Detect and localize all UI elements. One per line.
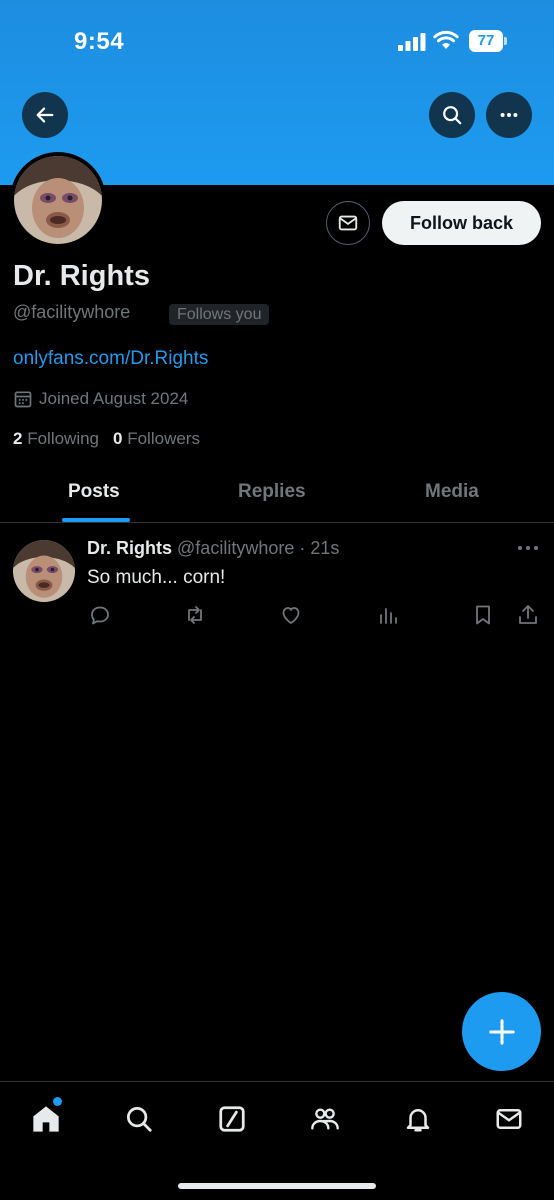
search-icon (443, 106, 462, 125)
communities-icon (311, 1108, 339, 1130)
joined-text: Joined August 2024 (39, 389, 189, 408)
like-heart-icon[interactable] (279, 603, 303, 627)
follows-you-badge: Follows you (169, 304, 270, 325)
tab-posts[interactable]: Posts (68, 481, 120, 503)
followers-count: 0 (113, 429, 123, 448)
home-icon (33, 1106, 59, 1132)
following-label: Following (27, 429, 100, 448)
post-author-name[interactable]: Dr. Rights (87, 538, 172, 558)
post-header: Dr. Rights @facilitywhore · 21s (87, 538, 339, 559)
followers-link[interactable]: 0 Followers (113, 429, 200, 448)
wifi-icon (433, 30, 459, 49)
avatar-face-image (14, 156, 102, 244)
bookmark-icon[interactable] (471, 603, 495, 627)
profile-tabs: Posts Replies Media (0, 470, 554, 523)
nav-home[interactable] (29, 1097, 63, 1136)
profile-link[interactable]: onlyfans.com/Dr.Rights (13, 348, 208, 370)
post-meta: @facilitywhore · 21s (177, 538, 340, 558)
nav-messages[interactable] (492, 1102, 526, 1136)
envelope-icon (496, 1109, 522, 1129)
search-button[interactable] (429, 92, 475, 138)
profile-handle: @facilitywhore (13, 302, 131, 322)
nav-communities[interactable] (308, 1102, 342, 1136)
post-avatar[interactable] (13, 540, 75, 602)
bottom-navigation (0, 1081, 554, 1200)
calendar-icon (14, 391, 32, 408)
joined-date: Joined August 2024 (13, 389, 188, 409)
follow-counts: 2 Following 0 Followers (13, 429, 200, 449)
grok-icon (219, 1106, 245, 1132)
followers-label: Followers (127, 429, 200, 448)
nav-search[interactable] (122, 1102, 156, 1136)
post-text: So much... corn! (87, 567, 226, 588)
battery-icon: 77 (469, 30, 507, 52)
plus-icon (488, 1018, 515, 1045)
notification-dot (53, 1097, 62, 1106)
status-time: 9:54 (74, 28, 125, 55)
profile-avatar[interactable] (10, 152, 106, 248)
retweet-icon[interactable] (183, 603, 207, 627)
arrow-left-icon (36, 107, 54, 123)
nav-grok[interactable] (215, 1102, 249, 1136)
more-horizontal-icon (500, 112, 518, 118)
battery-level: 77 (477, 32, 495, 49)
back-button[interactable] (22, 92, 68, 138)
share-icon[interactable] (516, 603, 540, 627)
message-button[interactable] (326, 201, 370, 245)
post-more-icon[interactable] (516, 538, 540, 558)
profile-display-name: Dr. Rights (13, 260, 150, 292)
more-button[interactable] (486, 92, 532, 138)
follow-back-button[interactable]: Follow back (382, 201, 541, 245)
cellular-signal-icon (398, 33, 426, 51)
search-icon (127, 1107, 152, 1132)
following-link[interactable]: 2 Following (13, 429, 99, 448)
active-tab-indicator (62, 518, 130, 522)
tab-media[interactable]: Media (425, 481, 479, 503)
following-count: 2 (13, 429, 23, 448)
reply-icon[interactable] (88, 603, 112, 627)
tab-replies[interactable]: Replies (238, 481, 306, 503)
views-chart-icon[interactable] (376, 603, 400, 627)
nav-notifications[interactable] (401, 1102, 435, 1136)
compose-post-button[interactable] (462, 992, 541, 1071)
avatar-face-image (13, 540, 75, 602)
home-indicator-bar (178, 1183, 376, 1189)
envelope-icon (338, 215, 358, 231)
status-bar: 9:54 77 (0, 0, 554, 80)
bell-icon (406, 1109, 430, 1132)
